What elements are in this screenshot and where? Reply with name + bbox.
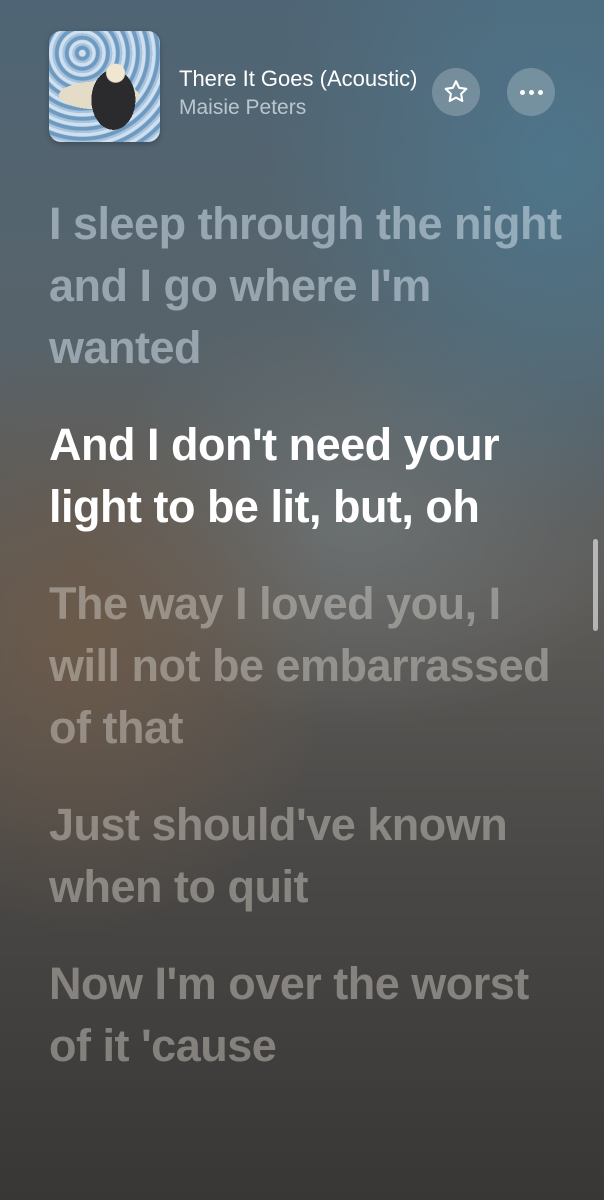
more-options-button[interactable] — [507, 68, 555, 116]
now-playing-header: There It Goes (Acoustic) Maisie Peters — [0, 0, 604, 160]
lyric-line[interactable]: Now I'm over the worst of it 'cause — [49, 953, 569, 1077]
lyric-line-current[interactable]: And I don't need your light to be lit, b… — [49, 414, 569, 538]
lyric-line[interactable]: I sleep through the night and I go where… — [49, 193, 569, 379]
favorite-button[interactable] — [432, 68, 480, 116]
ellipsis-icon — [519, 89, 543, 95]
scroll-indicator[interactable] — [593, 539, 598, 631]
track-artist[interactable]: Maisie Peters — [179, 96, 419, 120]
album-artwork[interactable] — [49, 31, 160, 142]
star-icon — [444, 80, 468, 103]
lyric-line[interactable]: The way I loved you, I will not be embar… — [49, 573, 569, 759]
lyric-line[interactable]: Just should've known when to quit — [49, 794, 569, 918]
track-title[interactable]: There It Goes (Acoustic) — [179, 66, 427, 92]
lyrics-view[interactable]: I sleep through the night and I go where… — [49, 193, 569, 1112]
